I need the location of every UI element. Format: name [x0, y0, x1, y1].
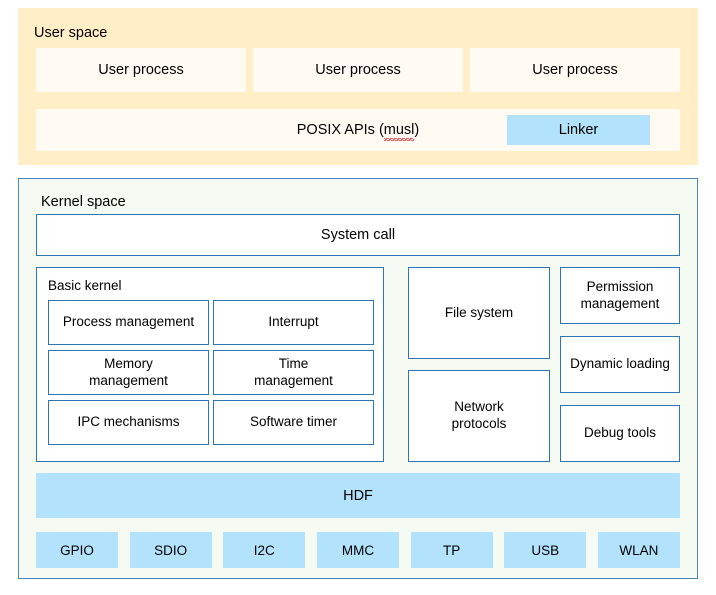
- network-protocols-box: Network protocols: [408, 370, 550, 462]
- musl-misspelled-word: musl: [383, 122, 415, 141]
- interrupt-box: Interrupt: [213, 300, 374, 345]
- driver-box-gpio: GPIO: [36, 532, 118, 568]
- user-process-box-3: User process: [470, 48, 680, 92]
- linker-box: Linker: [507, 115, 650, 145]
- driver-box-i2c: I2C: [223, 532, 306, 568]
- user-process-box-1: User process: [36, 48, 246, 92]
- permission-management-box: Permission management: [560, 267, 680, 324]
- posix-apis-label: POSIX APIs (musl): [296, 122, 420, 141]
- kernel-space-panel: Kernel space System call Basic kernel Pr…: [18, 178, 698, 579]
- driver-box-mmc: MMC: [316, 532, 399, 568]
- user-process-box-2: User process: [253, 48, 463, 92]
- user-process-row: User process User process User process: [36, 48, 680, 92]
- kernel-space-title: Kernel space: [41, 194, 126, 210]
- posix-prefix: POSIX APIs (: [296, 122, 384, 138]
- ipc-mechanisms-box: IPC mechanisms: [48, 400, 209, 445]
- process-management-box: Process management: [48, 300, 209, 345]
- file-system-box: File system: [408, 267, 550, 359]
- posix-suffix: ): [414, 122, 420, 138]
- system-call-box: System call: [36, 214, 680, 256]
- architecture-diagram: User space User process User process Use…: [0, 0, 716, 595]
- kernel-right-column: Permission management Dynamic loading Deb…: [560, 267, 680, 462]
- kernel-middle-column: File system Network protocols: [408, 267, 550, 462]
- basic-kernel-group: Basic kernel Process management Interrup…: [36, 267, 384, 462]
- basic-kernel-title: Basic kernel: [48, 278, 122, 293]
- hdf-bar: HDF: [36, 473, 680, 518]
- driver-box-usb: USB: [504, 532, 587, 568]
- driver-box-tp: TP: [410, 532, 493, 568]
- dynamic-loading-box: Dynamic loading: [560, 336, 680, 393]
- basic-kernel-grid: Process management Interrupt Memory manag…: [48, 300, 374, 445]
- driver-row: GPIO SDIO I2C MMC TP USB WLAN: [36, 532, 680, 568]
- driver-box-sdio: SDIO: [129, 532, 212, 568]
- user-space-panel: User space User process User process Use…: [18, 8, 698, 165]
- driver-box-wlan: WLAN: [597, 532, 680, 568]
- memory-management-box: Memory management: [48, 350, 209, 395]
- time-management-box: Time management: [213, 350, 374, 395]
- debug-tools-box: Debug tools: [560, 405, 680, 462]
- posix-apis-bar: POSIX APIs (musl) Linker: [36, 109, 680, 151]
- software-timer-box: Software timer: [213, 400, 374, 445]
- user-space-title: User space: [34, 25, 108, 41]
